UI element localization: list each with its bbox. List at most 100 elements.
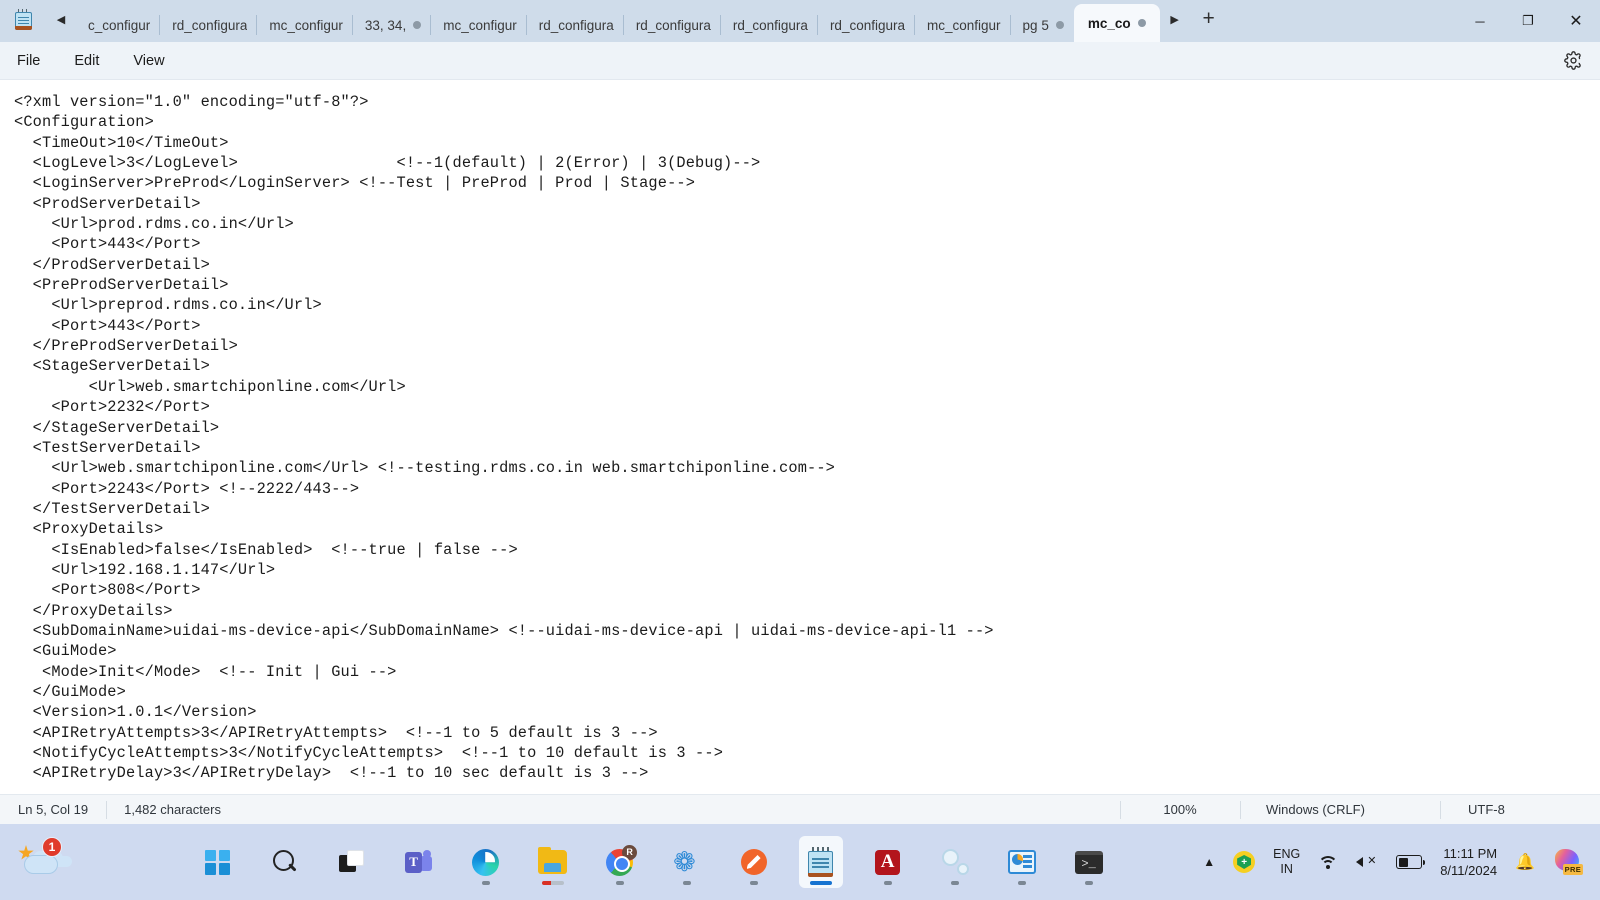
menu-view[interactable]: View	[116, 42, 181, 80]
encoding[interactable]: UTF-8	[1440, 795, 1600, 825]
teams-app[interactable]: T	[397, 836, 441, 888]
xml-document-content[interactable]: <?xml version="1.0" encoding="utf-8"?> <…	[14, 92, 1600, 784]
tab-c_configur[interactable]: c_configur	[76, 8, 161, 42]
title-bar: ◀ c_configur rd_configura mc_configur 33…	[0, 0, 1600, 42]
clock[interactable]: 11:11 PM 8/11/2024	[1431, 836, 1506, 888]
status-right-group: 100% Windows (CRLF) UTF-8	[1120, 795, 1600, 825]
dashboard-app[interactable]	[1000, 836, 1044, 888]
tab-scroll-left-button[interactable]: ◀	[46, 0, 76, 42]
security-shield-tray-icon[interactable]: +	[1224, 836, 1264, 888]
menu-edit[interactable]: Edit	[57, 42, 116, 80]
search-button[interactable]	[263, 836, 307, 888]
clock-date: 8/11/2024	[1440, 863, 1498, 878]
taskbar-left-group: 1	[0, 837, 112, 885]
tab-label: rd_configura	[172, 17, 248, 33]
notification-badge: 1	[42, 837, 62, 857]
gears-icon	[941, 849, 969, 875]
tab-close-dot-icon[interactable]	[1137, 19, 1146, 27]
tab-scroll-right-button[interactable]: ▶	[1160, 0, 1190, 42]
character-count: 1,482 characters	[106, 795, 239, 825]
notifications-button[interactable]: 🔔	[1506, 836, 1544, 888]
language-code: ENG	[1273, 847, 1301, 861]
windows-taskbar: 1 T R ❁ A >_ ▲ + ENG IN ✕ 11:11 PM 8/11/…	[0, 824, 1600, 900]
battery-status[interactable]	[1387, 836, 1431, 888]
volume-muted-icon: ✕	[1356, 854, 1378, 870]
app-running-indicator	[1084, 881, 1093, 885]
tab-rd_configura-3[interactable]: rd_configura	[624, 8, 721, 42]
tab-rd_configura-2[interactable]: rd_configura	[527, 8, 624, 42]
search-icon	[272, 849, 298, 875]
postman-icon	[740, 849, 767, 875]
tab-rd_configura-1[interactable]: rd_configura	[160, 8, 258, 42]
tab-mc_configur-3[interactable]: mc_configur	[915, 8, 1011, 42]
system-tray: ▲ + ENG IN ✕ 11:11 PM 8/11/2024 🔔 PRE	[1194, 836, 1600, 888]
notification-bell-icon: 🔔	[1515, 854, 1535, 871]
copilot-preview-badge: PRE	[1562, 864, 1583, 875]
zoom-level[interactable]: 100%	[1120, 795, 1240, 825]
language-indicator[interactable]: ENG IN	[1264, 836, 1309, 888]
start-button[interactable]	[196, 836, 240, 888]
app-running-indicator	[883, 881, 892, 885]
tray-overflow-button[interactable]: ▲	[1194, 836, 1224, 888]
new-tab-button[interactable]: +	[1190, 0, 1228, 42]
vscode-app[interactable]: ❁	[665, 836, 709, 888]
copilot-button[interactable]: PRE	[1544, 836, 1592, 888]
postman-app[interactable]	[732, 836, 776, 888]
tab-mc_co-active[interactable]: mc_co	[1073, 4, 1160, 42]
taskbar-app-group: T R ❁ A >_	[112, 836, 1194, 888]
acrobat-app[interactable]: A	[866, 836, 910, 888]
wifi-icon	[1318, 854, 1339, 870]
tab-33-34[interactable]: 33, 34,	[353, 8, 432, 42]
network-button[interactable]	[1309, 836, 1347, 888]
terminal-app[interactable]: >_	[1067, 836, 1111, 888]
app-running-indicator	[615, 881, 624, 885]
tab-unsaved-dot-icon[interactable]	[413, 21, 422, 29]
tab-unsaved-dot-icon[interactable]	[1055, 21, 1064, 29]
settings-gear-icon[interactable]	[1546, 51, 1600, 70]
tab-pg5[interactable]: pg 5	[1011, 8, 1074, 42]
teams-icon: T	[405, 849, 433, 875]
acrobat-icon: A	[875, 849, 901, 875]
line-ending[interactable]: Windows (CRLF)	[1240, 795, 1440, 825]
maximize-button[interactable]: ❐	[1504, 0, 1552, 42]
vscode-icon: ❁	[673, 846, 696, 877]
tab-mc_configur-1[interactable]: mc_configur	[257, 8, 353, 42]
tab-rd_configura-4[interactable]: rd_configura	[721, 8, 819, 42]
close-button[interactable]: ✕	[1552, 0, 1600, 42]
task-view-button[interactable]	[330, 836, 374, 888]
cloud-icon	[24, 855, 58, 874]
terminal-icon: >_	[1074, 850, 1103, 874]
menu-file[interactable]: File	[0, 42, 57, 80]
tab-mc_configur-2[interactable]: mc_configur	[431, 8, 527, 42]
chrome-icon: R	[606, 844, 638, 876]
settings-gears-app[interactable]	[933, 836, 977, 888]
weather-widget[interactable]: 1	[14, 837, 74, 885]
tab-rd_configura-5[interactable]: rd_configura	[818, 8, 916, 42]
tab-label: rd_configura	[538, 17, 614, 33]
app-running-indicator	[950, 881, 959, 885]
app-running-indicator	[541, 881, 564, 885]
tab-label: mc_configur	[927, 17, 1001, 33]
text-editor-area[interactable]: <?xml version="1.0" encoding="utf-8"?> <…	[0, 80, 1600, 794]
volume-button[interactable]: ✕	[1347, 836, 1387, 888]
window-controls: ─ ❐ ✕	[1456, 0, 1600, 42]
app-running-indicator	[749, 881, 758, 885]
edge-app[interactable]	[464, 836, 508, 888]
tab-label: 33, 34,	[364, 17, 407, 33]
clock-time: 11:11 PM	[1443, 846, 1498, 861]
tab-label: pg 5	[1022, 17, 1049, 33]
file-explorer-app[interactable]	[531, 836, 575, 888]
tab-label: mc_co	[1087, 15, 1131, 31]
copilot-icon: PRE	[1553, 849, 1583, 875]
battery-icon	[1396, 855, 1426, 869]
minimize-button[interactable]: ─	[1456, 0, 1504, 42]
chevron-up-icon: ▲	[1203, 855, 1216, 869]
notepad-app[interactable]	[798, 836, 843, 888]
notepad-icon	[808, 847, 834, 877]
tab-label: rd_configura	[732, 17, 808, 33]
chrome-app[interactable]: R	[598, 836, 642, 888]
tab-label: rd_configura	[829, 17, 905, 33]
menu-bar: File Edit View	[0, 42, 1600, 80]
task-view-icon	[338, 850, 365, 874]
edge-icon	[472, 848, 500, 876]
